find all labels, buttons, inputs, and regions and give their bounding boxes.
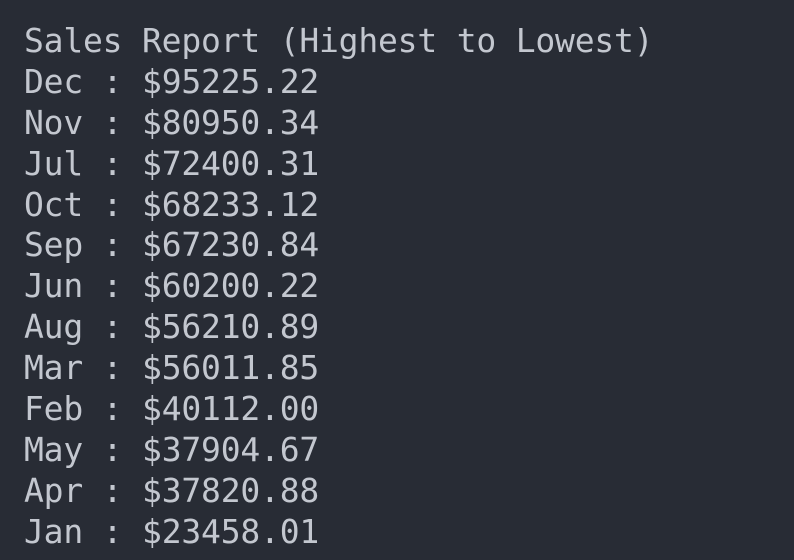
sales-amount: $56210.89	[142, 307, 320, 347]
sales-amount: $68233.12	[142, 184, 320, 224]
sales-amount: $95225.22	[142, 61, 320, 101]
month-label: Jul	[24, 143, 84, 183]
sales-amount: $80950.34	[142, 102, 320, 142]
sales-row: Oct : $68233.12	[24, 185, 794, 226]
month-label: Apr	[24, 470, 84, 510]
separator: :	[83, 470, 143, 510]
month-label: Jan	[24, 511, 84, 551]
separator: :	[83, 307, 143, 347]
sales-row: Mar : $56011.85	[24, 348, 794, 389]
sales-row: Apr : $37820.88	[24, 471, 794, 512]
sales-row: Jun : $60200.22	[24, 266, 794, 307]
month-label: Jun	[24, 266, 84, 306]
report-title: Sales Report (Highest to Lowest)	[24, 21, 654, 60]
sales-amount: $56011.85	[142, 348, 320, 388]
separator: :	[83, 266, 143, 306]
sales-row: Feb : $40112.00	[24, 389, 794, 430]
sales-row: Sep : $67230.84	[24, 225, 794, 266]
month-label: Dec	[24, 61, 84, 101]
month-label: Aug	[24, 307, 84, 347]
separator: :	[83, 61, 143, 101]
separator: :	[83, 184, 143, 224]
sales-row: Jan : $23458.01	[24, 512, 794, 553]
month-label: Sep	[24, 225, 84, 265]
sales-list: Dec : $95225.22 Nov : $80950.34 Jul : $724…	[24, 62, 794, 553]
sales-row: Jul : $72400.31	[24, 144, 794, 185]
month-label: Oct	[24, 184, 84, 224]
month-label: Nov	[24, 102, 84, 142]
month-label: Mar	[24, 348, 84, 388]
sales-amount: $40112.00	[142, 389, 320, 429]
month-label: May	[24, 429, 84, 469]
separator: :	[83, 389, 143, 429]
terminal-output: Sales Report (Highest to Lowest) Dec : $…	[0, 0, 794, 560]
separator: :	[83, 102, 143, 142]
sales-amount: $60200.22	[142, 266, 320, 306]
sales-row: Nov : $80950.34	[24, 103, 794, 144]
separator: :	[83, 348, 143, 388]
sales-row: Aug : $56210.89	[24, 307, 794, 348]
sales-amount: $37904.67	[142, 429, 320, 469]
sales-amount: $37820.88	[142, 470, 320, 510]
sales-amount: $23458.01	[142, 511, 320, 551]
separator: :	[83, 225, 143, 265]
separator: :	[83, 511, 143, 551]
month-label: Feb	[24, 389, 84, 429]
sales-amount: $67230.84	[142, 225, 320, 265]
sales-amount: $72400.31	[142, 143, 320, 183]
separator: :	[83, 143, 143, 183]
sales-row: Dec : $95225.22	[24, 62, 794, 103]
sales-row: May : $37904.67	[24, 430, 794, 471]
separator: :	[83, 429, 143, 469]
